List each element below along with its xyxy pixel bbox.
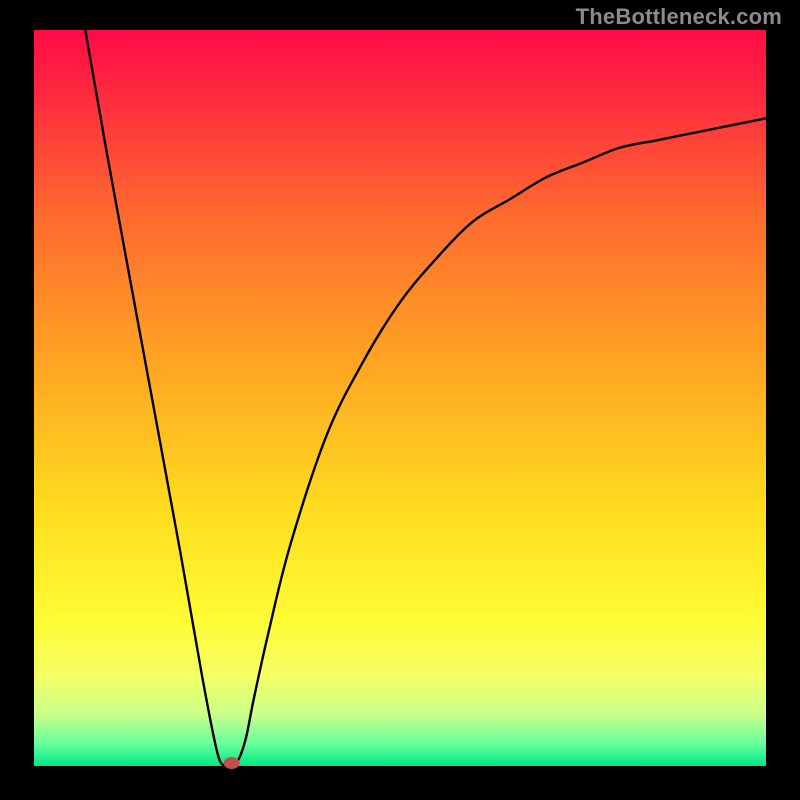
optimal-point-marker xyxy=(224,757,240,769)
chart-frame: TheBottleneck.com xyxy=(0,0,800,800)
bottleneck-chart xyxy=(0,0,800,800)
